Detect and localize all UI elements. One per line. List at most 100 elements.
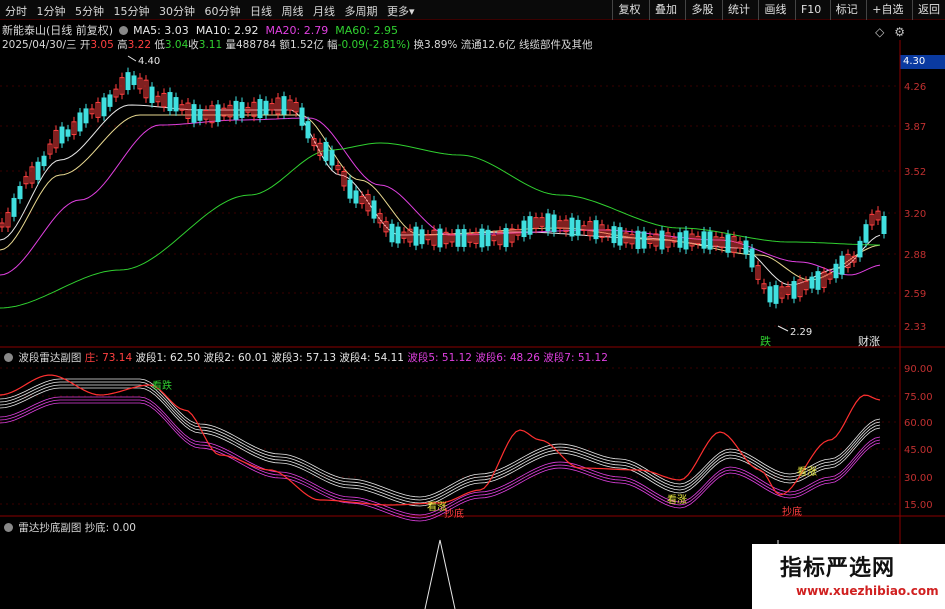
high-price-mark: 4.40 [138, 56, 160, 67]
candle-body [593, 220, 599, 240]
candle-body [551, 214, 557, 233]
candle-body [305, 121, 311, 139]
candle-body [857, 240, 863, 258]
signal-bearish: 看跌 [152, 379, 172, 392]
candle-body [215, 104, 221, 123]
candle-body [635, 230, 641, 249]
candle-body [11, 197, 17, 217]
price-axis-label: 4.26 [904, 82, 926, 93]
indicator1-value: 波段5: 51.12 [407, 352, 472, 364]
candle-body [575, 219, 581, 236]
indicator1-header: 波段雷达副图 庄: 73.14 波段1: 62.50 波段2: 60.01 波段… [2, 350, 608, 365]
candle-body [521, 220, 527, 238]
candle-body [617, 227, 623, 246]
indicator1-name: 波段雷达副图 [18, 352, 82, 364]
candle-body [545, 213, 551, 232]
candle-body [485, 229, 491, 247]
candle-body [389, 223, 395, 243]
candle-body [677, 232, 683, 248]
kline-chart[interactable]: 4.40 2.29 跌 财涨 看跌 看涨 抄底 看涨 看涨 抄底 4.26 3.… [0, 0, 945, 609]
indicator1-value: 波段2: 60.01 [203, 352, 269, 364]
candle-body [743, 240, 749, 255]
candle-body [101, 97, 107, 117]
watermark-title: 指标严选网 [780, 556, 896, 581]
candle-body [41, 155, 47, 167]
signal-bullish: 看涨 [797, 465, 817, 478]
candle-body [881, 215, 887, 235]
candle-body [299, 107, 305, 126]
candle-body [569, 217, 575, 237]
candle-body [65, 129, 71, 137]
bottom-signal-spike [424, 539, 779, 609]
candle-body [611, 226, 617, 244]
indicator-axis-label: 75.00 [904, 392, 933, 403]
band-radar-lines [0, 374, 881, 522]
candle-body [707, 231, 713, 250]
candle-body [815, 271, 821, 290]
candle-body [173, 97, 179, 112]
indicator2-name: 雷达抄底副图 [18, 522, 82, 534]
indicator-axis-label: 60.00 [904, 418, 933, 429]
candle-body [17, 186, 23, 200]
candlesticks[interactable] [0, 67, 887, 309]
candle-body [257, 99, 263, 119]
candle-body [59, 126, 65, 144]
candle-body [233, 100, 239, 120]
candle-body [329, 150, 335, 166]
high-mark-arrow [127, 55, 137, 62]
ma10-line [0, 114, 881, 281]
indicator1-value: 波段4: 54.11 [339, 352, 404, 364]
candle-body [791, 281, 797, 299]
candle-body [197, 109, 203, 121]
candle-body [527, 216, 533, 235]
candle-body [863, 224, 869, 243]
indicator-axis-label: 90.00 [904, 364, 933, 375]
main-grid [0, 85, 900, 327]
candle-body [683, 230, 689, 250]
candle-body [701, 231, 707, 249]
candle-body [773, 285, 779, 304]
candle-body [107, 94, 113, 107]
candle-body [263, 100, 269, 115]
indicator2-settings-icon[interactable] [4, 523, 13, 532]
candle-body [419, 229, 425, 245]
candle-body [461, 229, 467, 247]
signal-bottom: 抄底 [444, 507, 464, 520]
candle-body [125, 72, 131, 91]
indicator2-value: 抄底: 0.00 [84, 522, 136, 534]
candle-body [347, 179, 353, 199]
candle-body [749, 248, 755, 268]
indicator-axis-label: 30.00 [904, 473, 933, 484]
candle-body [413, 226, 419, 246]
candle-body [77, 112, 83, 132]
fall-signal: 跌 [760, 334, 771, 348]
indicator1-value: 波段3: 57.13 [271, 352, 337, 364]
candle-body [437, 228, 443, 248]
candle-body [191, 104, 197, 123]
candle-body [167, 92, 173, 112]
indicator1-value: 庄: 73.14 [84, 352, 133, 364]
band-line-4 [0, 387, 881, 507]
ma5-line [0, 104, 881, 286]
candle-body [503, 228, 509, 248]
rise-signal: 财涨 [858, 334, 880, 348]
candle-body [323, 141, 329, 161]
price-axis-label: 3.20 [904, 209, 926, 220]
signal-bottom: 抄底 [782, 505, 802, 518]
price-axis-label: 3.52 [904, 167, 926, 178]
indicator1-settings-icon[interactable] [4, 353, 13, 362]
candle-body [239, 102, 245, 118]
price-axis-label: 3.87 [904, 122, 926, 133]
indicator1-value: 波段1: 62.50 [135, 352, 201, 364]
indicator2-header: 雷达抄底副图 抄底: 0.00 [2, 520, 136, 535]
candle-body [659, 230, 665, 250]
candle-body [149, 86, 155, 104]
candle-body [641, 231, 647, 249]
low-mark-arrow [777, 325, 789, 332]
indicator-axis-label: 45.00 [904, 445, 933, 456]
candle-body [455, 229, 461, 247]
price-axis-label: 2.88 [904, 250, 926, 261]
signal-bullish: 看涨 [667, 493, 687, 506]
price-axis-label: 2.59 [904, 289, 926, 300]
candle-body [809, 276, 815, 289]
